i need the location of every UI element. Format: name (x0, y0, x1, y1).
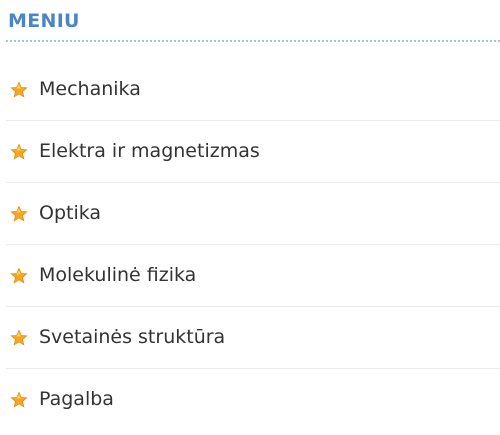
star-icon (10, 329, 28, 346)
menu-item-mechanika[interactable]: Mechanika (0, 59, 500, 121)
menu-item-elektra-ir-magnetizmas[interactable]: Elektra ir magnetizmas (0, 121, 500, 183)
title-divider (6, 40, 500, 42)
menu-item-molekuline-fizika[interactable]: Molekulinė fizika (0, 245, 500, 307)
star-icon (10, 205, 28, 222)
menu-item-label: Pagalba (39, 388, 114, 410)
star-icon (10, 391, 28, 408)
menu-item-label: Optika (39, 202, 102, 224)
menu-item-label: Molekulinė fizika (39, 264, 197, 286)
menu-item-label: Svetainės struktūra (39, 326, 226, 348)
menu-item-optika[interactable]: Optika (0, 183, 500, 245)
menu-item-svetaines-struktura[interactable]: Svetainės struktūra (0, 307, 500, 369)
menu-item-label: Mechanika (39, 78, 141, 100)
star-icon (10, 81, 28, 98)
menu-item-label: Elektra ir magnetizmas (39, 140, 260, 162)
menu-list: Mechanika Elektra ir magnetizmas Optika (0, 59, 500, 431)
menu-title: MENIU (8, 10, 80, 32)
star-icon (10, 143, 28, 160)
star-icon (10, 267, 28, 284)
menu-item-pagalba[interactable]: Pagalba (0, 369, 500, 431)
